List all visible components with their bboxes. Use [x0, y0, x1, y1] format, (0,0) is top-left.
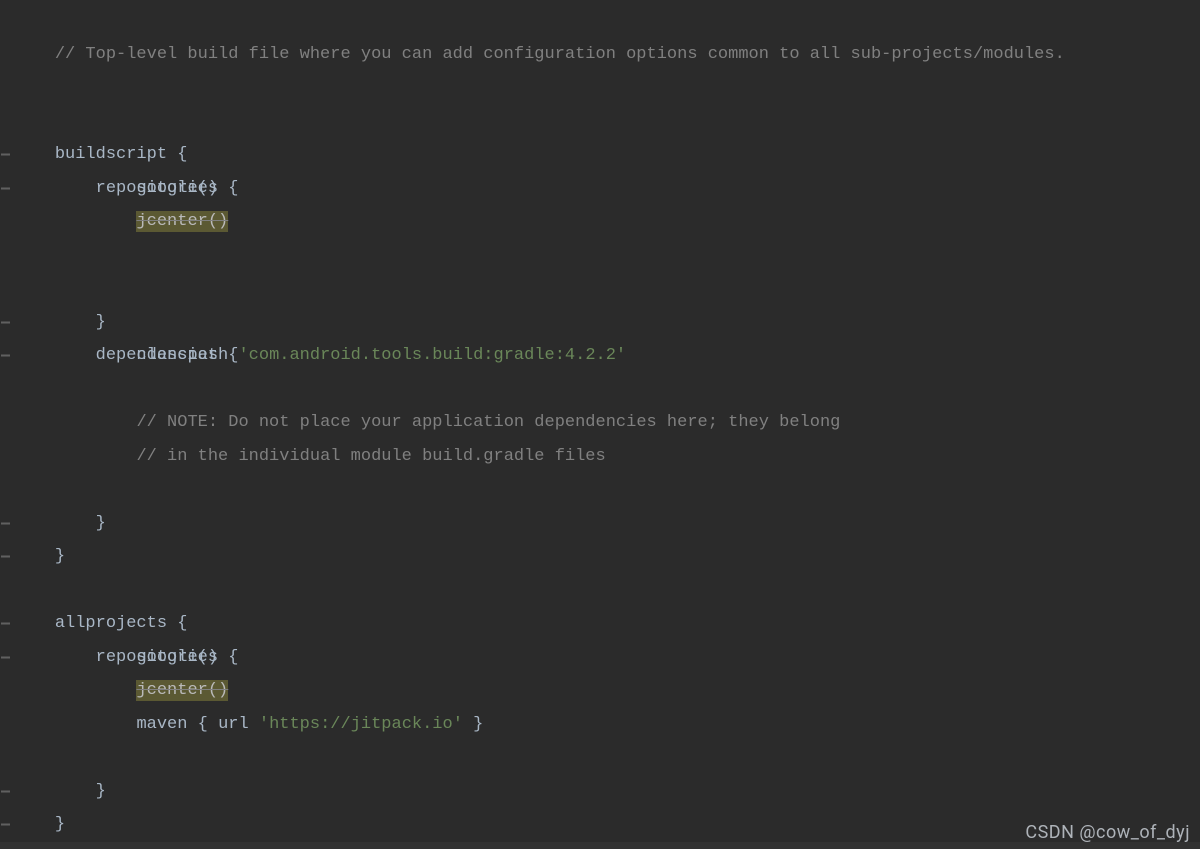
code-line[interactable]: }: [0, 473, 1200, 507]
code-line[interactable]: }: [0, 440, 1200, 474]
code-line[interactable]: // in the individual module build.gradle…: [0, 406, 1200, 440]
code-line[interactable]: }: [0, 708, 1200, 742]
code-line[interactable]: // NOTE: Do not place your application d…: [0, 373, 1200, 407]
watermark-text: CSDN @cow_of_dyj: [1025, 822, 1190, 843]
code-line[interactable]: [0, 205, 1200, 239]
code-line-current[interactable]: delete rootProject.buildDir: [0, 842, 1200, 849]
code-line[interactable]: [0, 339, 1200, 373]
code-line[interactable]: repositories {: [0, 105, 1200, 139]
code-line[interactable]: buildscript {: [0, 71, 1200, 105]
code-line[interactable]: repositories {: [0, 574, 1200, 608]
code-line[interactable]: task clean(type: Delete) {: [0, 808, 1200, 842]
code-line[interactable]: allprojects {: [0, 540, 1200, 574]
code-line[interactable]: jcenter(): [0, 172, 1200, 206]
code-line[interactable]: classpath 'com.android.tools.build:gradl…: [0, 306, 1200, 340]
code-line[interactable]: // Top-level build file where you can ad…: [0, 4, 1200, 38]
code-line[interactable]: [0, 38, 1200, 72]
code-line[interactable]: [0, 507, 1200, 541]
code-line[interactable]: google(): [0, 607, 1200, 641]
code-line[interactable]: dependencies {: [0, 272, 1200, 306]
code-line[interactable]: jcenter(): [0, 641, 1200, 675]
code-line[interactable]: }: [0, 239, 1200, 273]
code-line[interactable]: }: [0, 741, 1200, 775]
code-line[interactable]: [0, 775, 1200, 809]
code-line[interactable]: google(): [0, 138, 1200, 172]
code-line[interactable]: maven { url 'https://jitpack.io' }: [0, 674, 1200, 708]
code-editor[interactable]: // Top-level build file where you can ad…: [0, 0, 1200, 849]
